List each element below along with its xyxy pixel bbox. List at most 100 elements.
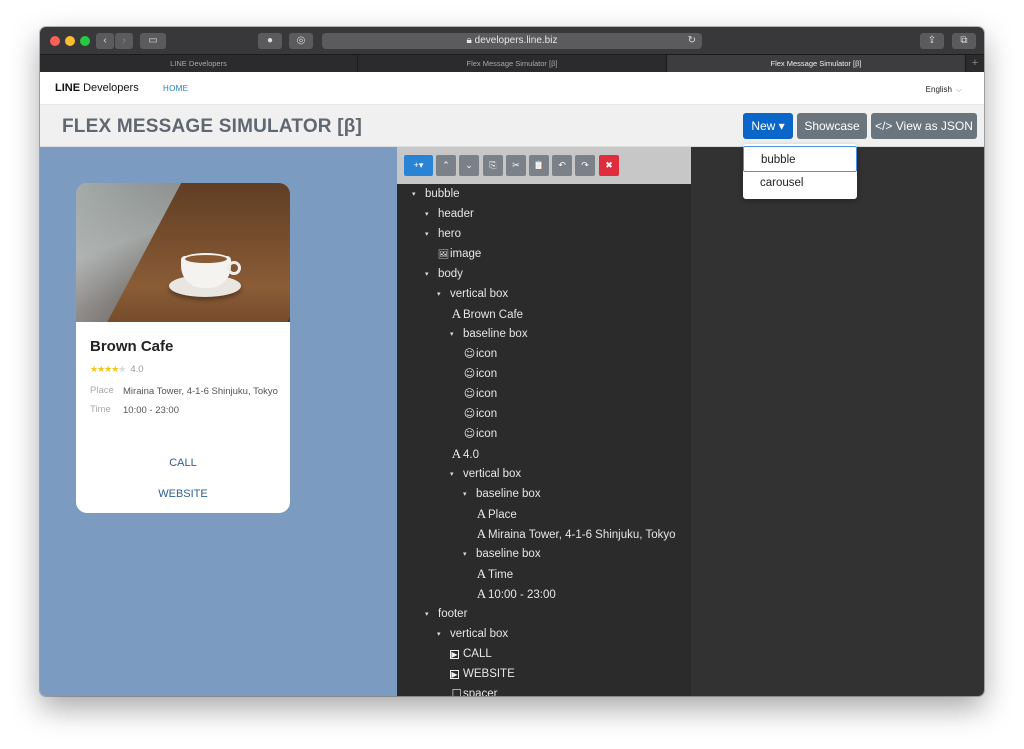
browser-titlebar: ‹ › ▭ ● ◎ 🔒︎ developers.line.biz ↻ ⇪ ⧉ bbox=[40, 27, 984, 54]
tabs-overview-icon[interactable]: ⧉ bbox=[952, 33, 976, 49]
tree-node[interactable]: ▾ hero bbox=[397, 224, 691, 244]
browser-tab[interactable]: LINE Developers bbox=[40, 55, 358, 73]
button-icon: ▶ bbox=[450, 650, 459, 659]
tree-node[interactable]: ▾ bubble bbox=[397, 184, 691, 204]
caret-down-icon[interactable]: ▾ bbox=[450, 325, 463, 345]
page-header: FLEX MESSAGE SIMULATOR [β] New ▾ Showcas… bbox=[40, 105, 984, 147]
caret-down-icon[interactable]: ▾ bbox=[425, 225, 438, 245]
tree-node[interactable]: A Place bbox=[397, 504, 691, 524]
caret-down-icon[interactable]: ▾ bbox=[437, 285, 450, 305]
delete-button[interactable]: ✖ bbox=[599, 155, 619, 176]
add-component-button[interactable]: +▾ bbox=[404, 155, 433, 176]
caret-down-icon[interactable]: ▾ bbox=[450, 465, 463, 485]
tree-node[interactable]: ▶ CALL bbox=[397, 644, 691, 664]
browser-tab[interactable]: Flex Message Simulator [β] bbox=[358, 55, 667, 73]
tree-node[interactable]: ▾ vertical box bbox=[397, 284, 691, 304]
tree-node[interactable]: A Time bbox=[397, 564, 691, 584]
move-down-button[interactable]: ⌄ bbox=[459, 155, 479, 176]
flex-bubble-card: Brown Cafe ★★★★★ 4.0 Place Miraina Tower,… bbox=[76, 183, 290, 513]
tree-node[interactable]: ▾ footer bbox=[397, 604, 691, 624]
browser-tab-active[interactable]: Flex Message Simulator [β] bbox=[667, 55, 966, 73]
tree-node[interactable]: A Brown Cafe bbox=[397, 304, 691, 324]
dropdown-item-bubble[interactable]: bubble bbox=[743, 146, 857, 172]
tree-node[interactable]: A Miraina Tower, 4-1-6 Shinjuku, Tokyo bbox=[397, 524, 691, 544]
browser-window: ‹ › ▭ ● ◎ 🔒︎ developers.line.biz ↻ ⇪ ⧉ L… bbox=[40, 27, 984, 696]
paste-button[interactable]: 📋 bbox=[529, 155, 549, 176]
tree-node[interactable]: ☺icon bbox=[397, 424, 691, 444]
new-tab-icon[interactable]: + bbox=[966, 55, 984, 73]
lock-icon: 🔒︎ bbox=[466, 35, 475, 46]
copy-button[interactable]: ⎘ bbox=[483, 155, 503, 176]
tree-node[interactable]: ☺icon bbox=[397, 404, 691, 424]
redo-button[interactable]: ↷ bbox=[575, 155, 595, 176]
tree-node[interactable]: ▾ baseline box bbox=[397, 484, 691, 504]
forward-icon[interactable]: › bbox=[115, 33, 133, 49]
main-area: Brown Cafe ★★★★★ 4.0 Place Miraina Tower,… bbox=[40, 147, 984, 696]
brand-logo[interactable]: LINE Developers bbox=[55, 82, 139, 94]
tree-node-label: spacer bbox=[463, 688, 498, 696]
caret-down-icon[interactable]: ▾ bbox=[437, 625, 450, 645]
move-up-button[interactable]: ⌃ bbox=[436, 155, 456, 176]
caret-down-icon[interactable]: ▾ bbox=[463, 485, 476, 505]
properties-pane bbox=[691, 147, 984, 696]
undo-button[interactable]: ↶ bbox=[552, 155, 572, 176]
new-button[interactable]: New ▾ bbox=[743, 113, 793, 139]
privacy-icon[interactable]: ◎ bbox=[289, 33, 313, 49]
reload-icon[interactable]: ↻ bbox=[688, 33, 696, 49]
website-button[interactable]: WEBSITE bbox=[76, 479, 290, 510]
cut-button[interactable]: ✂ bbox=[506, 155, 526, 176]
hero-image bbox=[76, 183, 290, 322]
language-label: English bbox=[925, 85, 952, 94]
card-title: Brown Cafe bbox=[90, 338, 174, 355]
icon-smiley-icon: ☺ bbox=[463, 347, 476, 360]
close-window-icon[interactable] bbox=[50, 36, 60, 46]
tree-node[interactable]: ☺icon bbox=[397, 384, 691, 404]
tree-node[interactable]: 🖼image bbox=[397, 244, 691, 264]
extension-icon[interactable]: ● bbox=[258, 33, 282, 49]
tree-node[interactable]: ▾ vertical box bbox=[397, 624, 691, 644]
tree-node[interactable]: ▾ baseline box bbox=[397, 324, 691, 344]
call-button[interactable]: CALL bbox=[76, 448, 290, 479]
language-select[interactable]: English ⌵ bbox=[926, 85, 962, 95]
brand-bold: LINE bbox=[55, 82, 81, 94]
hero-cup-handle bbox=[227, 261, 241, 275]
tree-node[interactable]: ▶ WEBSITE bbox=[397, 664, 691, 684]
tree-node[interactable]: ▾ body bbox=[397, 264, 691, 284]
tree-node[interactable]: A 10:00 - 23:00 bbox=[397, 584, 691, 604]
tree-node-label: Time bbox=[488, 569, 514, 581]
tree-node-label: Brown Cafe bbox=[463, 309, 524, 321]
place-row: Place Miraina Tower, 4-1-6 Shinjuku, Tok… bbox=[90, 385, 280, 398]
maximize-window-icon[interactable] bbox=[80, 36, 90, 46]
share-icon[interactable]: ⇪ bbox=[920, 33, 944, 49]
icon-smiley-icon: ☺ bbox=[463, 367, 476, 380]
tree-node[interactable]: ☺icon bbox=[397, 364, 691, 384]
text-icon: A bbox=[476, 526, 487, 541]
tree-node-label: Place bbox=[488, 509, 517, 521]
tree-node[interactable]: ▾ vertical box bbox=[397, 464, 691, 484]
back-icon[interactable]: ‹ bbox=[96, 33, 114, 49]
place-value: Miraina Tower, 4-1-6 Shinjuku, Tokyo bbox=[123, 386, 278, 397]
sidebar-toggle-icon[interactable]: ▭ bbox=[140, 33, 166, 49]
address-bar[interactable]: 🔒︎ developers.line.biz ↻ bbox=[322, 33, 702, 49]
tree-node[interactable]: ☺icon bbox=[397, 344, 691, 364]
tree-node[interactable]: ▾ header bbox=[397, 204, 691, 224]
text-icon: A bbox=[451, 306, 462, 321]
dropdown-item-carousel[interactable]: carousel bbox=[743, 170, 857, 196]
caret-down-icon[interactable]: ▾ bbox=[425, 605, 438, 625]
button-icon: ▶ bbox=[450, 670, 459, 679]
caret-down-icon[interactable]: ▾ bbox=[425, 205, 438, 225]
caret-down-icon[interactable]: ▾ bbox=[463, 545, 476, 565]
tree-node-label: CALL bbox=[463, 648, 492, 660]
caret-down-icon[interactable]: ▾ bbox=[425, 265, 438, 285]
caret-down-icon[interactable]: ▾ bbox=[412, 185, 425, 205]
rating-value: 4.0 bbox=[130, 364, 144, 375]
view-json-button[interactable]: </> View as JSON bbox=[871, 113, 977, 139]
tree-node-label: 4.0 bbox=[463, 449, 479, 461]
preview-pane: Brown Cafe ★★★★★ 4.0 Place Miraina Tower,… bbox=[40, 147, 397, 696]
tree-node[interactable]: ☐ spacer bbox=[397, 684, 691, 696]
tree-node[interactable]: ▾ baseline box bbox=[397, 544, 691, 564]
tree-node[interactable]: A 4.0 bbox=[397, 444, 691, 464]
minimize-window-icon[interactable] bbox=[65, 36, 75, 46]
home-link[interactable]: HOME bbox=[163, 84, 188, 93]
showcase-button[interactable]: Showcase bbox=[797, 113, 867, 139]
